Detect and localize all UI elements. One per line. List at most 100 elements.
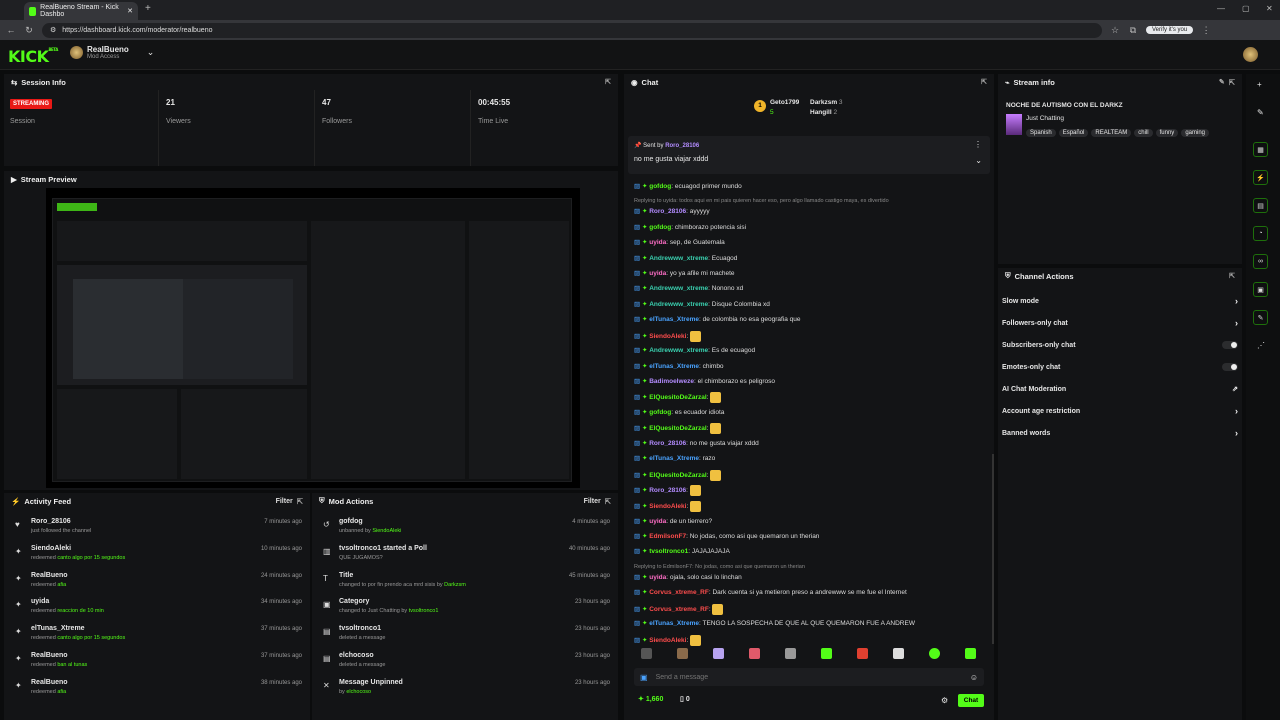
popout-icon[interactable]: ⇱ bbox=[605, 497, 611, 506]
chat-message[interactable]: ▨ ✦ uyida: ojala, solo casi lo linchan bbox=[634, 573, 742, 581]
chat-message[interactable]: ▨ ✦ uyida: yo ya afile mi machete bbox=[634, 269, 735, 277]
emote[interactable] bbox=[676, 647, 688, 659]
rail-share-icon[interactable]: ⋰ bbox=[1257, 341, 1265, 350]
chat-message[interactable]: ▨ ✦ SiendoAleki: bbox=[634, 634, 702, 646]
address-bar[interactable]: ⚙ https://dashboard.kick.com/moderator/r… bbox=[42, 22, 1102, 38]
emote[interactable] bbox=[928, 647, 940, 659]
channel-points[interactable]: ✦ 1,660 bbox=[638, 695, 663, 703]
back-icon[interactable]: ← bbox=[6, 25, 16, 35]
chat-username[interactable]: Andrewww_xtreme bbox=[649, 301, 708, 308]
minimize-icon[interactable]: — bbox=[1217, 4, 1225, 13]
add-widget-icon[interactable]: + bbox=[1257, 80, 1262, 89]
mod-action-item[interactable]: T Title changed to por fin prendo aca mrd … bbox=[322, 571, 610, 597]
chat-username[interactable]: Roro_28106 bbox=[649, 208, 686, 215]
popout-icon[interactable]: ⇱ bbox=[981, 78, 987, 86]
mod-filter-button[interactable]: Filter bbox=[584, 498, 601, 505]
channel-action-item[interactable]: Slow mode › bbox=[1002, 292, 1238, 310]
chat-username[interactable]: Roro_28106 bbox=[649, 440, 686, 447]
rail-lightning-icon[interactable]: ⚡ bbox=[1253, 170, 1268, 185]
chat-message[interactable]: ▨ ✦ elTunas_Xtreme: TENGO LA SOSPECHA DE… bbox=[634, 619, 915, 627]
popout-icon[interactable]: ⇱ bbox=[605, 78, 611, 86]
emote[interactable] bbox=[892, 647, 904, 659]
chat-username[interactable]: Corvus_xtreme_RF bbox=[649, 589, 709, 596]
verify-button[interactable]: Verify it's you bbox=[1146, 26, 1194, 34]
popout-icon[interactable]: ⇱ bbox=[1229, 272, 1235, 280]
chat-message[interactable]: ▨ ✦ ElQuesitoDeZarzal: bbox=[634, 423, 722, 435]
chevron-right-icon[interactable]: › bbox=[1235, 318, 1238, 328]
chat-message[interactable]: ▨ ✦ ElQuesitoDeZarzal: bbox=[634, 469, 722, 481]
emote[interactable] bbox=[748, 647, 760, 659]
chat-username[interactable]: gofdog bbox=[649, 409, 671, 416]
chat-username[interactable]: SiendoAleki bbox=[649, 637, 686, 644]
chat-send-button[interactable]: Chat bbox=[958, 694, 984, 707]
chat-username[interactable]: uyida bbox=[649, 270, 666, 277]
emote[interactable] bbox=[820, 647, 832, 659]
activity-user[interactable]: SiendoAleki bbox=[31, 545, 71, 552]
chat-username[interactable]: uyida bbox=[649, 518, 666, 525]
edit-pencil-icon[interactable]: ✎ bbox=[1219, 78, 1225, 86]
popout-icon[interactable]: ⇱ bbox=[1229, 78, 1235, 87]
chat-message[interactable]: ▨ ✦ Roro_28106: no me gusta viajar xddd bbox=[634, 439, 759, 447]
chat-username[interactable]: Badimoelweze bbox=[649, 378, 694, 385]
site-info-icon[interactable]: ⚙ bbox=[50, 26, 56, 34]
chat-message[interactable]: ▨ ✦ gofdog: ecuagod primer mundo bbox=[634, 182, 742, 190]
chat-username[interactable]: gofdog bbox=[649, 183, 671, 190]
chat-message[interactable]: ▨ ✦ SiendoAleki: bbox=[634, 330, 702, 342]
channel-switcher[interactable]: RealBueno Mod Access ⌄ bbox=[70, 45, 154, 60]
chat-username[interactable]: elTunas_Xtreme bbox=[649, 620, 699, 627]
chat-message[interactable]: ▨ ✦ elTunas_Xtreme: de colombia no esa g… bbox=[634, 315, 801, 323]
stream-video[interactable] bbox=[46, 188, 580, 488]
chevron-down-icon[interactable]: ⌄ bbox=[975, 156, 982, 165]
activity-item[interactable]: ✦ SiendoAleki redeemed canto algo por 15 s… bbox=[14, 544, 302, 570]
chat-username[interactable]: ElQuesitoDeZarzal bbox=[649, 395, 706, 402]
settings-gear-icon[interactable]: ⚙ bbox=[941, 696, 948, 705]
chat-message[interactable]: ▨ ✦ ElQuesitoDeZarzal: bbox=[634, 392, 722, 404]
mod-action-item[interactable]: ▤ tvsoltronco1 deleted a message 23 hours … bbox=[322, 624, 610, 650]
tag-chip[interactable]: funny bbox=[1155, 129, 1179, 137]
reload-icon[interactable]: ↻ bbox=[24, 25, 34, 36]
chat-username[interactable]: Andrewww_xtreme bbox=[649, 347, 708, 354]
chat-message-input[interactable] bbox=[655, 673, 962, 681]
chevron-right-icon[interactable]: › bbox=[1235, 406, 1238, 416]
chat-username[interactable]: SiendoAleki bbox=[649, 503, 686, 510]
chat-message[interactable]: ▨ ✦ uyida: de un tierrero? bbox=[634, 517, 712, 525]
toggle-switch[interactable] bbox=[1222, 363, 1238, 371]
window-close-icon[interactable]: ✕ bbox=[1266, 4, 1273, 13]
chat-username[interactable]: Roro_28106 bbox=[649, 488, 686, 495]
tab-close-icon[interactable]: ✕ bbox=[127, 7, 133, 15]
rail-chat-icon[interactable]: ◔ bbox=[1253, 226, 1268, 241]
emoji-icon[interactable]: ☺ bbox=[970, 673, 978, 682]
menu-dots-icon[interactable]: ⋮ bbox=[974, 140, 982, 149]
emote[interactable] bbox=[964, 647, 976, 659]
chat-username[interactable]: Corvus_xtreme_RF bbox=[649, 606, 709, 613]
chat-message[interactable]: ▨ ✦ elTunas_Xtreme: chimbo bbox=[634, 362, 724, 370]
activity-user[interactable]: uyida bbox=[31, 598, 49, 605]
rail-save-icon[interactable]: ▣ bbox=[1253, 282, 1268, 297]
activity-user[interactable]: RealBueno bbox=[31, 572, 68, 579]
emote[interactable] bbox=[784, 647, 796, 659]
chat-input[interactable]: ▣ ☺ bbox=[634, 668, 984, 686]
activity-item[interactable]: ✦ RealBueno redeemed afia 38 minutes ago bbox=[14, 678, 302, 704]
activity-item[interactable]: ✦ RealBueno redeemed afia 24 minutes ago bbox=[14, 571, 302, 597]
chat-message[interactable]: ▨ ✦ uyida: sep, de Guatemala bbox=[634, 238, 725, 246]
mod-action-item[interactable]: ▤ elchocoso deleted a message 23 hours ago bbox=[322, 651, 610, 677]
bookmark-star-icon[interactable]: ☆ bbox=[1110, 25, 1120, 36]
chevron-right-icon[interactable]: › bbox=[1235, 296, 1238, 306]
rail-stats-icon[interactable]: ▦ bbox=[1253, 142, 1268, 157]
chat-message[interactable]: ▨ ✦ EdmilsonF7: No jodas, como asi que q… bbox=[634, 532, 819, 540]
rail-wrench-icon[interactable]: ✎ bbox=[1253, 310, 1268, 325]
chat-username[interactable]: tvsoltronco1 bbox=[649, 548, 688, 555]
chat-username[interactable]: Andrewww_xtreme bbox=[649, 255, 708, 262]
emote-picker-icon[interactable]: ▣ bbox=[640, 673, 648, 682]
chat-message[interactable]: ▨ ✦ SiendoAleki: bbox=[634, 501, 702, 512]
activity-item[interactable]: ✦ elTunas_Xtreme redeemed canto algo por 1… bbox=[14, 624, 302, 650]
channel-action-item[interactable]: Subscribers-only chat bbox=[1002, 336, 1238, 354]
chat-username[interactable]: EdmilsonF7 bbox=[649, 533, 686, 540]
maximize-icon[interactable]: ▢ bbox=[1242, 4, 1250, 13]
activity-user[interactable]: elTunas_Xtreme bbox=[31, 625, 85, 632]
chat-username[interactable]: gofdog bbox=[649, 224, 671, 231]
chat-username[interactable]: elTunas_Xtreme bbox=[649, 363, 699, 370]
mod-action-item[interactable]: ✕ Message Unpinned by elchocoso 23 hours ag… bbox=[322, 678, 610, 704]
chat-username[interactable]: uyida bbox=[649, 574, 666, 581]
tag-chip[interactable]: REALTEAM bbox=[1091, 129, 1132, 137]
